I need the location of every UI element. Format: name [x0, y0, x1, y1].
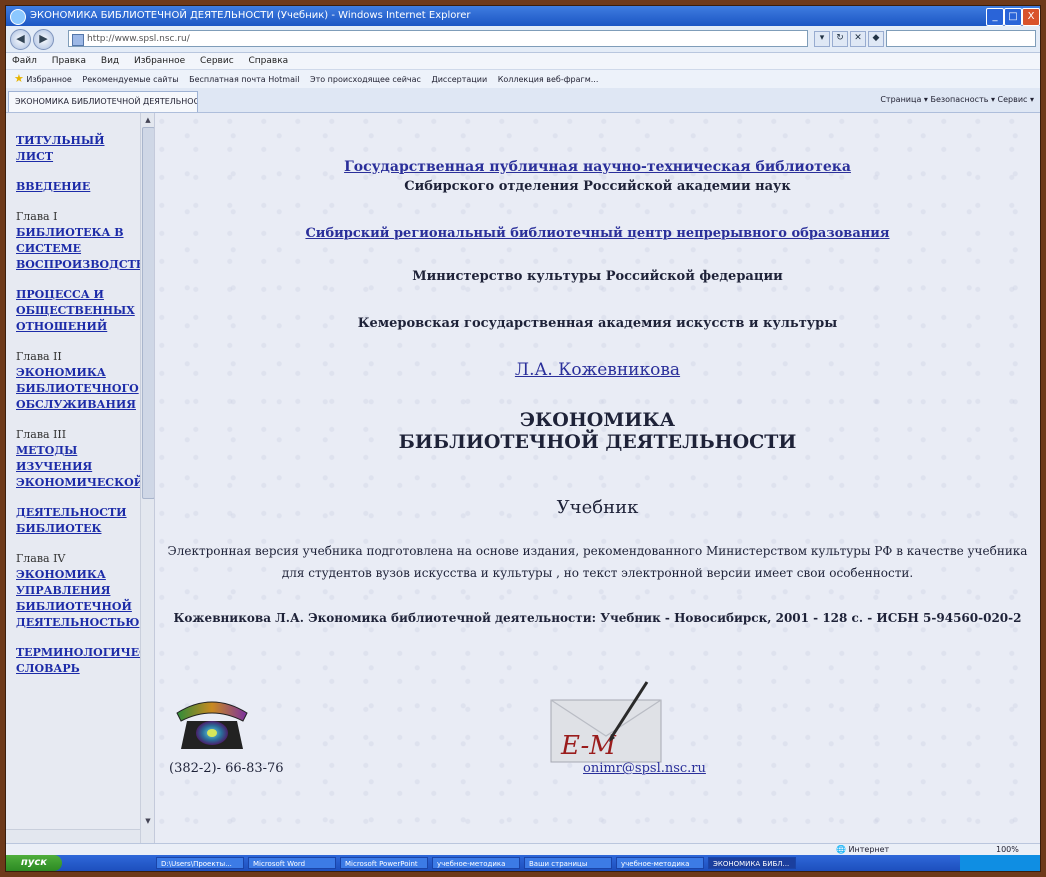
command-bar[interactable]: Страница ▾ Безопасность ▾ Сервис ▾	[880, 93, 1034, 107]
menu-bar: Файл Правка Вид Избранное Сервис Справка	[6, 53, 1040, 69]
book-title-line1: ЭКОНОМИКА	[519, 409, 676, 431]
star-icon: ★	[14, 72, 24, 85]
edition-note-line2: для студентов вузов искусства и культуры…	[281, 566, 914, 580]
toc-link-chapter4[interactable]: ЭКОНОМИКА УПРАВЛЕНИЯ БИБЛИОТЕЧНОЙ ДЕЯТЕЛ…	[16, 567, 139, 631]
book-title-line2: БИБЛИОТЕЧНОЙ ДЕЯТЕЛЬНОСТИ	[398, 431, 797, 453]
favorite-link[interactable]: Это происходящее сейчас	[310, 71, 421, 88]
toc-link-chapter1-cont[interactable]: ПРОЦЕССА И ОБЩЕСТВЕННЫХ ОТНОШЕНИЙ	[16, 287, 138, 335]
toc-group: ТИТУЛЬНЫЙ ЛИСТ	[16, 133, 138, 165]
chapter-label: Глава II	[16, 350, 62, 363]
taskbar-item[interactable]: Microsoft Word	[248, 857, 336, 869]
tab-active[interactable]: ЭКОНОМИКА БИБЛИОТЕЧНОЙ ДЕЯТЕЛЬНОСТИ (У..…	[8, 91, 198, 112]
system-tray[interactable]	[960, 855, 1040, 871]
address-dropdown-icon[interactable]: ▾	[814, 31, 830, 47]
page-icon	[72, 34, 84, 46]
favorite-link[interactable]: Коллекция веб-фрагм...	[498, 71, 599, 88]
scroll-up-icon[interactable]: ▲	[142, 114, 154, 126]
page-content: ТИТУЛЬНЫЙ ЛИСТ ВВЕДЕНИЕ Глава I БИБЛИОТЕ…	[6, 113, 1040, 843]
org-link-gpntb[interactable]: Государственная публичная научно-техниче…	[344, 159, 851, 175]
address-text: http://www.spsl.nsc.ru/	[87, 34, 190, 44]
address-bar: ◀ ▶ http://www.spsl.nsc.ru/ ▾ ↻ ✕ ◆	[6, 26, 1040, 53]
phone-number: (382-2)- 66-83-76	[169, 761, 284, 776]
taskbar-item[interactable]: Microsoft PowerPoint	[340, 857, 428, 869]
menu-tools[interactable]: Сервис	[200, 56, 234, 66]
toc-link-chapter2[interactable]: ЭКОНОМИКА БИБЛИОТЕЧНОГО ОБСЛУЖИВАНИЯ	[16, 365, 139, 413]
chapter-label: Глава III	[16, 428, 67, 441]
toc-link-chapter1[interactable]: БИБЛИОТЕКА В СИСТЕМЕ ВОСПРОИЗВОДСТВА	[16, 225, 154, 273]
email-link[interactable]: onimr@spsl.nsc.ru	[583, 761, 706, 776]
org-link-center[interactable]: Сибирский региональный библиотечный цент…	[305, 226, 889, 241]
org-ministry: Министерство культуры Российской федерац…	[412, 269, 783, 284]
chapter-label: Глава I	[16, 210, 58, 223]
edition-note-line1: Электронная версия учебника подготовлена…	[167, 544, 1028, 558]
window-title: ЭКОНОМИКА БИБЛИОТЕЧНОЙ ДЕЯТЕЛЬНОСТИ (Уче…	[30, 10, 471, 21]
toc-link-glossary[interactable]: ТЕРМИНОЛОГИЧЕСКИЙ СЛОВАРЬ	[16, 645, 154, 677]
book-subtitle: Учебник	[556, 497, 639, 518]
toc-group: Глава III МЕТОДЫ ИЗУЧЕНИЯ ЭКОНОМИЧЕСКОЙ	[16, 427, 144, 491]
search-input[interactable]	[886, 30, 1036, 47]
search-provider-icon[interactable]: ◆	[868, 31, 884, 47]
close-button[interactable]: X	[1022, 8, 1040, 26]
toc-group: Глава IV ЭКОНОМИКА УПРАВЛЕНИЯ БИБЛИОТЕЧН…	[16, 551, 139, 631]
menu-file[interactable]: Файл	[12, 56, 37, 66]
sidebar-hscrollbar[interactable]	[6, 829, 140, 843]
toc-group: Глава II ЭКОНОМИКА БИБЛИОТЕЧНОГО ОБСЛУЖИ…	[16, 349, 139, 413]
taskbar-item-active[interactable]: ЭКОНОМИКА БИБЛ...	[708, 857, 796, 869]
refresh-icon[interactable]: ↻	[832, 31, 848, 47]
toc-frame: ТИТУЛЬНЫЙ ЛИСТ ВВЕДЕНИЕ Глава I БИБЛИОТЕ…	[6, 113, 155, 843]
address-input[interactable]: http://www.spsl.nsc.ru/	[68, 30, 808, 47]
favorite-link[interactable]: Диссертации	[431, 71, 487, 88]
ie-logo-icon	[10, 9, 26, 25]
taskbar-item[interactable]: Ваши страницы	[524, 857, 612, 869]
chapter-label: Глава IV	[16, 552, 66, 565]
back-button[interactable]: ◀	[10, 29, 31, 50]
toc-link-title[interactable]: ТИТУЛЬНЫЙ ЛИСТ	[16, 133, 138, 165]
toc-link-chapter3[interactable]: МЕТОДЫ ИЗУЧЕНИЯ ЭКОНОМИЧЕСКОЙ	[16, 443, 144, 491]
email-icon-text: E-M	[560, 731, 617, 761]
title-bar: ЭКОНОМИКА БИБЛИОТЕЧНОЙ ДЕЯТЕЛЬНОСТИ (Уче…	[6, 6, 1040, 26]
taskbar: пуск D:\Users\Проекты... Microsoft Word …	[6, 855, 1040, 871]
email-icon[interactable]: E-M	[547, 678, 665, 766]
tab-bar: ЭКОНОМИКА БИБЛИОТЕЧНОЙ ДЕЯТЕЛЬНОСТИ (У..…	[6, 88, 1040, 113]
menu-help[interactable]: Справка	[249, 56, 289, 66]
menu-edit[interactable]: Правка	[52, 56, 86, 66]
toc-group: ВВЕДЕНИЕ	[16, 179, 138, 195]
favorites-bar: ★ Избранное Рекомендуемые сайты Бесплатн…	[6, 69, 1040, 88]
toc-link-intro[interactable]: ВВЕДЕНИЕ	[16, 179, 138, 195]
favorites-button[interactable]: ★ Избранное	[14, 70, 72, 88]
taskbar-item[interactable]: D:\Users\Проекты...	[156, 857, 244, 869]
favorite-link[interactable]: Бесплатная почта Hotmail	[189, 71, 299, 88]
author-link[interactable]: Л.А. Кожевникова	[515, 360, 680, 380]
title-page: Государственная публичная научно-техниче…	[155, 113, 1040, 843]
taskbar-item[interactable]: учебное-методика	[432, 857, 520, 869]
menu-view[interactable]: Вид	[101, 56, 119, 66]
toc-group: Глава I БИБЛИОТЕКА В СИСТЕМЕ ВОСПРОИЗВОД…	[16, 209, 154, 273]
browser-window: ЭКОНОМИКА БИБЛИОТЕЧНОЙ ДЕЯТЕЛЬНОСТИ (Уче…	[6, 6, 1040, 871]
org-academy: Кемеровская государственная академия иск…	[357, 316, 838, 331]
start-button[interactable]: пуск	[6, 855, 62, 871]
favorite-link[interactable]: Рекомендуемые сайты	[82, 71, 178, 88]
phone-icon[interactable]	[173, 695, 251, 753]
taskbar-item[interactable]: учебное-методика	[616, 857, 704, 869]
toc-link-chapter3-cont[interactable]: ДЕЯТЕЛЬНОСТИ БИБЛИОТЕК	[16, 505, 138, 537]
scroll-down-icon[interactable]: ▼	[142, 815, 154, 827]
citation: Кожевникова Л.А. Экономика библиотечной …	[173, 611, 1022, 625]
org-subtitle: Сибирского отделения Российской академии…	[404, 179, 791, 194]
toc-group: ТЕРМИНОЛОГИЧЕСКИЙ СЛОВАРЬ	[16, 645, 154, 677]
scroll-thumb[interactable]	[142, 127, 154, 499]
forward-button[interactable]: ▶	[33, 29, 54, 50]
minimize-button[interactable]: _	[986, 8, 1004, 26]
maximize-button[interactable]: □	[1004, 8, 1022, 26]
menu-favorites[interactable]: Избранное	[134, 56, 185, 66]
sidebar-scrollbar[interactable]: ▲ ▼	[140, 113, 154, 843]
toc-group: ПРОЦЕССА И ОБЩЕСТВЕННЫХ ОТНОШЕНИЙ	[16, 287, 138, 335]
stop-icon[interactable]: ✕	[850, 31, 866, 47]
toc-group: ДЕЯТЕЛЬНОСТИ БИБЛИОТЕК	[16, 505, 138, 537]
